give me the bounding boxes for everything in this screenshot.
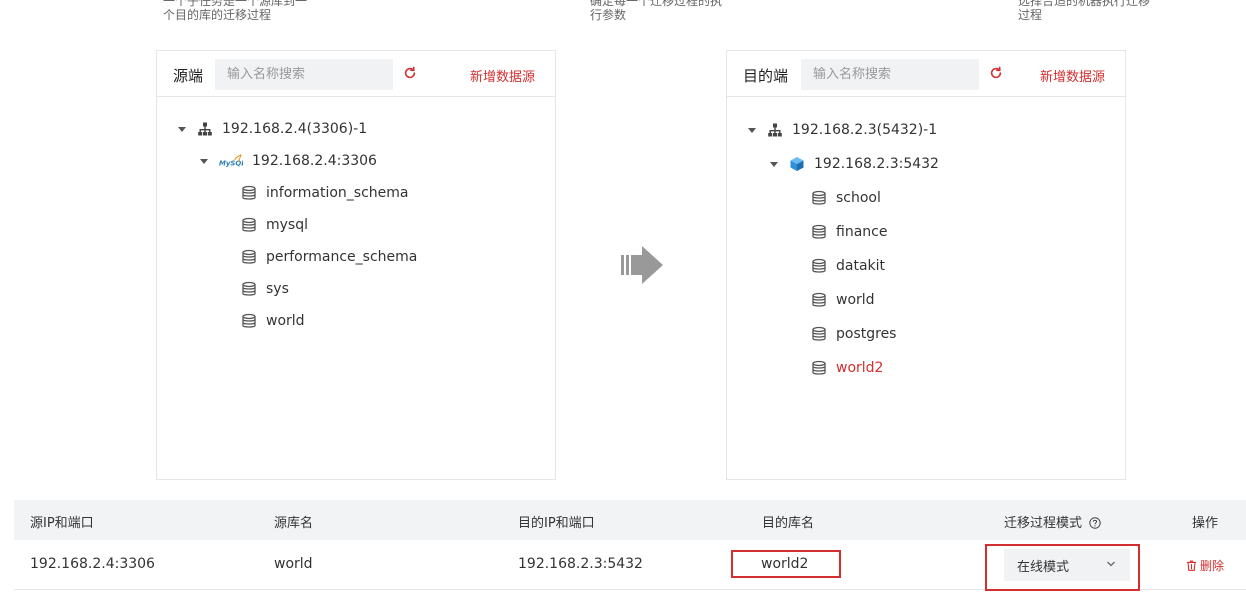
- database-icon: [812, 292, 826, 307]
- source-search-input[interactable]: [215, 59, 393, 90]
- target-root-label: 192.168.2.3(5432)-1: [792, 122, 938, 138]
- source-db-item[interactable]: mysql: [241, 217, 308, 233]
- database-icon: [812, 224, 826, 239]
- network-tree-icon: [768, 123, 782, 137]
- target-title: 目的端: [743, 67, 789, 85]
- mysql-logo-icon: MySQL: [219, 154, 243, 168]
- source-db-item[interactable]: performance_schema: [241, 249, 417, 265]
- cell-dst-db[interactable]: world2: [761, 556, 808, 572]
- network-tree-icon: [198, 122, 212, 136]
- header-src-ip: 源IP和端口: [30, 516, 94, 531]
- target-panel: 目的端 新增数据源 192.168.2.3(5432)-1 1: [726, 50, 1126, 480]
- source-db-item[interactable]: world: [241, 313, 305, 329]
- mode-select-value: 在线模式: [1017, 559, 1070, 575]
- source-add-datasource-button[interactable]: 新增数据源: [470, 66, 535, 85]
- database-icon: [242, 313, 256, 328]
- database-icon: [812, 258, 826, 273]
- header-dst-ip: 目的IP和端口: [518, 516, 595, 531]
- target-db-label: world: [836, 292, 875, 308]
- step-hint-params: 确定每一个迁移过程的执 行参数: [590, 0, 723, 22]
- delete-button[interactable]: 删除: [1186, 557, 1224, 574]
- database-icon: [812, 326, 826, 341]
- source-db-label: mysql: [266, 217, 308, 233]
- cell-src-db: world: [274, 556, 313, 572]
- target-panel-header: 目的端 新增数据源: [727, 51, 1125, 97]
- mode-select[interactable]: 在线模式: [1004, 549, 1130, 581]
- source-db-item[interactable]: sys: [241, 281, 289, 297]
- source-panel-header: 源端 新增数据源: [157, 51, 555, 97]
- header-mode-label: 迁移过程模式: [1004, 516, 1083, 531]
- source-panel: 源端 新增数据源 192.168.2.4(3306)-1 MySQL 192.: [156, 50, 556, 480]
- header-mode: 迁移过程模式: [1004, 512, 1101, 531]
- source-db-item[interactable]: information_schema: [241, 185, 409, 201]
- source-title: 源端: [173, 67, 204, 85]
- cell-dst-ip: 192.168.2.3:5432: [518, 556, 643, 572]
- caret-down-icon[interactable]: [747, 125, 757, 135]
- header-src-db: 源库名: [274, 516, 314, 531]
- target-add-datasource-button[interactable]: 新增数据源: [1040, 66, 1105, 85]
- target-db-item-selected[interactable]: world2: [811, 360, 883, 376]
- source-db-label: sys: [266, 281, 289, 297]
- table-row: 192.168.2.4:3306 world 192.168.2.3:5432 …: [14, 540, 1246, 591]
- database-icon: [242, 249, 256, 264]
- target-db-label: school: [836, 190, 881, 206]
- caret-down-icon[interactable]: [199, 156, 209, 166]
- database-icon: [242, 281, 256, 296]
- source-db-label: world: [266, 313, 305, 329]
- target-instance-label: 192.168.2.3:5432: [814, 156, 939, 172]
- database-icon: [812, 360, 826, 375]
- step-hint-subtask: 一个子任务是一个源库到一 个目的库的迁移过程: [163, 0, 308, 22]
- source-db-label: information_schema: [266, 185, 409, 201]
- cell-src-ip: 192.168.2.4:3306: [30, 556, 155, 572]
- source-tree-root[interactable]: 192.168.2.4(3306)-1: [177, 121, 367, 137]
- source-root-label: 192.168.2.4(3306)-1: [222, 121, 368, 137]
- table-header: 源IP和端口 源库名 目的IP和端口 目的库名 迁移过程模式 操作: [14, 500, 1246, 540]
- target-refresh-icon[interactable]: [989, 66, 1003, 80]
- target-db-label: datakit: [836, 258, 886, 274]
- postgres-cube-icon: [790, 157, 804, 171]
- target-db-item[interactable]: finance: [811, 224, 887, 240]
- header-dst-db: 目的库名: [762, 516, 815, 531]
- target-tree-instance[interactable]: 192.168.2.3:5432: [769, 156, 939, 172]
- target-db-item[interactable]: postgres: [811, 326, 896, 342]
- source-tree-instance[interactable]: MySQL 192.168.2.4:3306: [199, 153, 377, 169]
- delete-label: 删除: [1200, 559, 1225, 573]
- target-db-item[interactable]: world: [811, 292, 875, 308]
- source-instance-label: 192.168.2.4:3306: [252, 153, 377, 169]
- target-db-label: world2: [836, 360, 884, 376]
- transfer-arrow-icon: [621, 246, 663, 284]
- help-circle-icon[interactable]: [1089, 517, 1101, 529]
- target-search-input[interactable]: [801, 59, 979, 90]
- source-refresh-icon[interactable]: [403, 66, 417, 80]
- caret-down-icon[interactable]: [177, 124, 187, 134]
- step-hint-machine: 选择合适的机器执行迁移 过程: [1018, 0, 1151, 22]
- target-db-item[interactable]: school: [811, 190, 881, 206]
- database-icon: [242, 217, 256, 232]
- subtask-table: 源IP和端口 源库名 目的IP和端口 目的库名 迁移过程模式 操作 192.16…: [14, 500, 1246, 591]
- target-tree-root[interactable]: 192.168.2.3(5432)-1: [747, 122, 937, 138]
- target-db-label: finance: [836, 224, 888, 240]
- header-ops: 操作: [1192, 516, 1219, 531]
- database-icon: [812, 190, 826, 205]
- database-icon: [242, 185, 256, 200]
- trash-icon: [1186, 560, 1197, 571]
- source-db-label: performance_schema: [266, 249, 418, 265]
- caret-down-icon[interactable]: [769, 159, 779, 169]
- chevron-down-icon: [1107, 561, 1115, 567]
- target-db-item[interactable]: datakit: [811, 258, 885, 274]
- target-db-label: postgres: [836, 326, 897, 342]
